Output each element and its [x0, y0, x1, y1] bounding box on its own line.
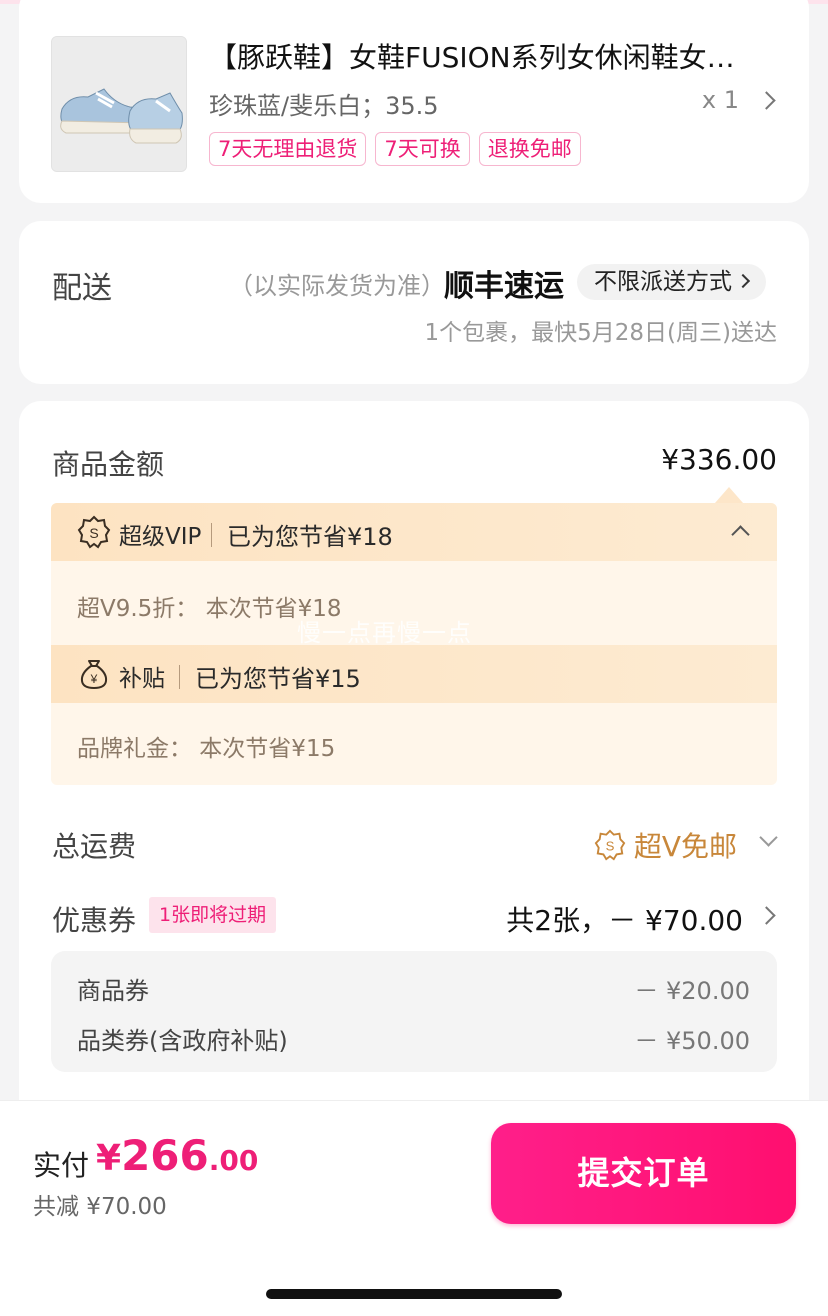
amount-card: 商品金额 ¥336.00 S 超级VIP 已为您节省¥18 超V9.5折： 本次… [19, 401, 809, 1161]
service-tags: 7天无理由退货 7天可换 退换免邮 [209, 132, 581, 166]
shipping-label: 总运费 [52, 830, 137, 863]
coupon-expire-badge: 1张即将过期 [149, 897, 277, 933]
divider [179, 665, 180, 689]
svg-text:S: S [605, 839, 614, 854]
chevron-right-icon [735, 273, 751, 289]
svg-text:S: S [89, 525, 98, 541]
chevron-right-icon[interactable] [757, 906, 776, 925]
pay-amount: ¥266.00 [96, 1131, 258, 1180]
coupon-list: 商品券 － ¥20.00 品类券(含政府补贴) － ¥50.00 [51, 951, 777, 1072]
coupon-amount: － ¥20.00 [634, 977, 750, 1005]
subsidy-detail: 品牌礼金： 本次节省¥15 [77, 736, 336, 762]
product-card[interactable]: 【豚跃鞋】女鞋FUSION系列女休闲鞋女… 珍珠蓝/斐乐白；35.5 x 1 7… [19, 0, 809, 203]
watermark: 慢一点再慢一点 [297, 619, 472, 647]
shipping-value[interactable]: S 超V免邮 [594, 825, 778, 865]
subsidy-title: 补贴 [119, 666, 165, 692]
coupon-name: 商品券 [77, 977, 149, 1005]
service-tag: 7天无理由退货 [209, 132, 367, 166]
subsidy-savings-header: ¥ 补贴 已为您节省¥15 [51, 645, 777, 703]
coupon-name: 品类券(含政府补贴) [77, 1027, 288, 1055]
pay-integer: 266 [121, 1131, 209, 1180]
vip-saved: 已为您节省¥18 [227, 523, 393, 551]
service-tag: 7天可换 [375, 132, 470, 166]
product-quantity: x 1 [701, 86, 739, 114]
product-image[interactable] [51, 36, 187, 172]
product-title[interactable]: 【豚跃鞋】女鞋FUSION系列女休闲鞋女… [209, 36, 769, 76]
chevron-right-icon[interactable] [757, 91, 776, 110]
vip-badge-icon: S [77, 515, 111, 549]
savings-pointer [715, 487, 743, 503]
delivery-note: （以实际发货为准） [229, 272, 445, 300]
total-reduction: 共减 ¥70.00 [33, 1194, 167, 1220]
vip-savings-header[interactable]: S 超级VIP 已为您节省¥18 [51, 503, 777, 561]
delivery-carrier: 顺丰速运 [444, 269, 564, 304]
pay-currency: ¥ [96, 1138, 122, 1179]
service-tag: 退换免邮 [478, 132, 581, 166]
money-bag-icon: ¥ [80, 660, 108, 690]
coupon-amount: － ¥50.00 [634, 1027, 750, 1055]
pay-label: 实付 [33, 1149, 90, 1182]
savings-panel: S 超级VIP 已为您节省¥18 超V9.5折： 本次节省¥18 慢一点再慢一点… [51, 503, 777, 785]
delivery-eta: 1个包裹，最快5月28日(周三)送达 [424, 320, 777, 346]
delivery-method-button[interactable]: 不限派送方式 [577, 264, 766, 300]
chevron-up-icon[interactable] [731, 525, 750, 544]
pay-decimal: .00 [208, 1144, 259, 1177]
home-indicator [266, 1289, 562, 1299]
chevron-down-icon [759, 828, 778, 847]
delivery-label: 配送 [52, 271, 112, 306]
shipping-value-text: 超V免邮 [633, 830, 737, 863]
vip-title: 超级VIP [119, 524, 202, 550]
delivery-method-label: 不限派送方式 [594, 269, 732, 295]
submit-order-button[interactable]: 提交订单 [491, 1123, 796, 1224]
product-spec: 珍珠蓝/斐乐白；35.5 [209, 92, 439, 120]
checkout-bar: 实付 ¥266.00 共减 ¥70.00 提交订单 [0, 1100, 828, 1316]
vip-badge-icon: S [594, 829, 626, 861]
goods-amount-label: 商品金额 [52, 448, 165, 481]
divider [211, 523, 212, 547]
svg-text:¥: ¥ [90, 672, 98, 686]
delivery-card: 配送 （以实际发货为准） 顺丰速运 不限派送方式 1个包裹，最快5月28日(周三… [19, 221, 809, 384]
goods-amount-value: ¥336.00 [661, 443, 777, 476]
subsidy-saved: 已为您节省¥15 [195, 665, 361, 693]
coupon-value[interactable]: 共2张，－ ¥70.00 [506, 899, 743, 939]
coupon-label: 优惠券 [52, 904, 137, 937]
